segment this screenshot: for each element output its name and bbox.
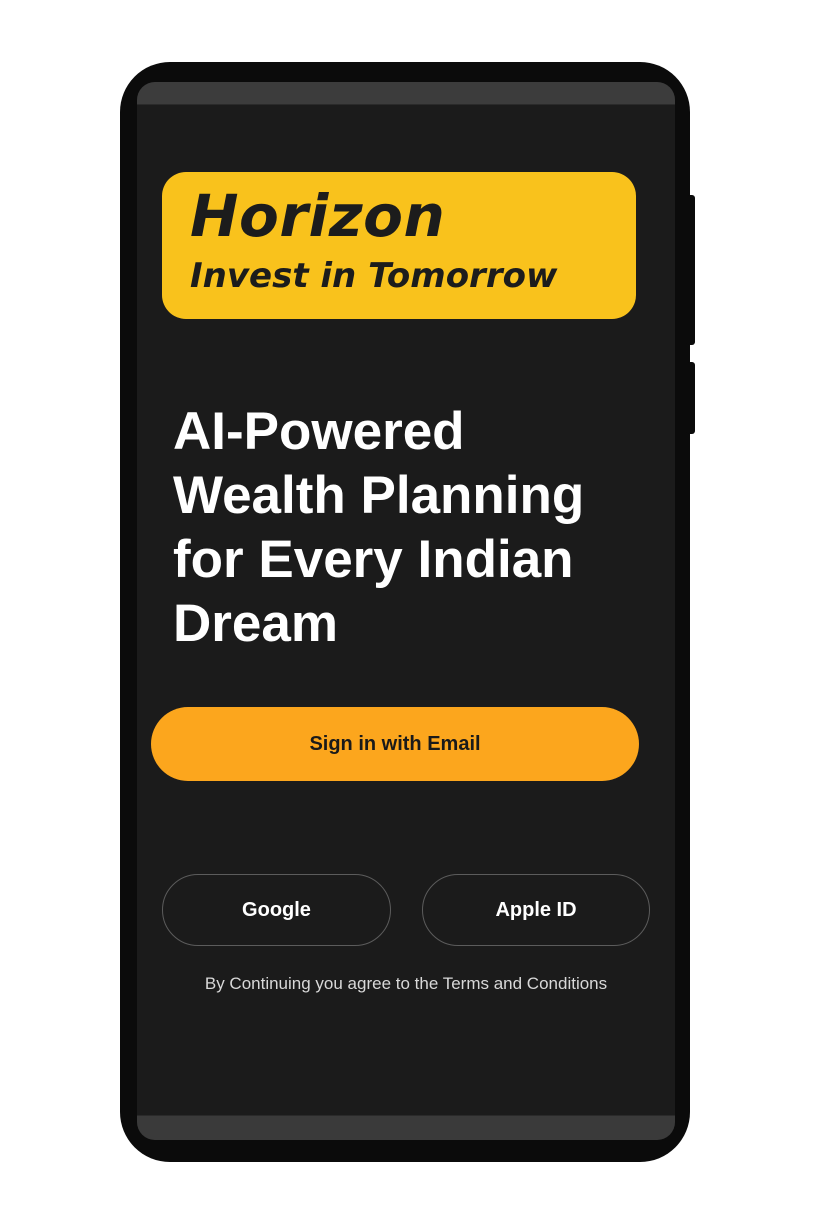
sign-in-email-button[interactable]: Sign in with Email	[151, 707, 639, 781]
home-indicator-bar	[137, 1115, 675, 1140]
screen: Horizon Invest in Tomorrow AI-Powered We…	[137, 82, 675, 1140]
terms-text: By Continuing you agree to the Terms and…	[204, 974, 608, 993]
page-title: AI-Powered Wealth Planning for Every Ind…	[173, 402, 585, 653]
apple-sign-in-button[interactable]: Apple ID	[422, 874, 650, 946]
volume-button	[686, 195, 695, 345]
logo-tagline: Invest in Tomorrow	[190, 256, 558, 296]
google-sign-in-button[interactable]: Google	[162, 874, 391, 946]
logo-banner: Horizon Invest in Tomorrow	[162, 172, 636, 319]
status-bar	[137, 82, 675, 105]
logo-title: Horizon	[190, 182, 446, 250]
power-button	[686, 362, 695, 434]
